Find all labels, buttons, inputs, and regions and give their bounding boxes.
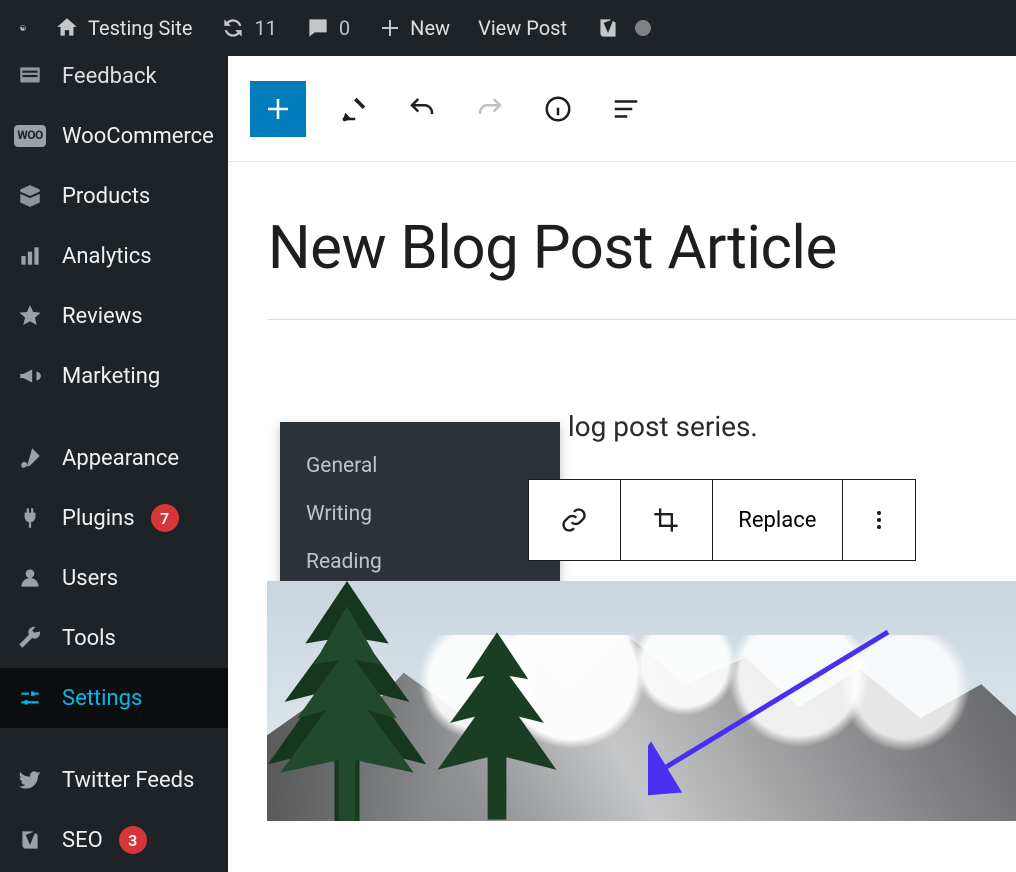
sidebar-item-twitter[interactable]: Twitter Feeds: [0, 750, 228, 810]
sidebar-item-label: Feedback: [62, 64, 157, 89]
post-title[interactable]: New Blog Post Article: [268, 212, 1016, 283]
sidebar-item-seo[interactable]: SEO 3: [0, 810, 228, 870]
sidebar-item-label: Plugins: [62, 506, 135, 531]
add-block-button[interactable]: [250, 81, 306, 137]
block-editor: New Blog Post Article log post series. R…: [228, 56, 1016, 872]
sidebar-item-products[interactable]: Products: [0, 166, 228, 226]
more-options-button[interactable]: [843, 480, 915, 560]
outline-button[interactable]: [606, 89, 646, 129]
sidebar-item-label: Users: [62, 566, 118, 591]
plug-icon: [14, 502, 46, 534]
image-block-toolbar: Replace: [528, 479, 916, 561]
comment-icon: [305, 15, 331, 41]
sidebar-item-label: Reviews: [62, 304, 143, 329]
undo-button[interactable]: [402, 89, 442, 129]
site-name-link[interactable]: Testing Site: [42, 0, 204, 56]
new-label: New: [410, 16, 450, 40]
bars-icon: [14, 240, 46, 272]
twitter-icon: [14, 764, 46, 796]
sidebar-item-tools[interactable]: Tools: [0, 608, 228, 668]
sidebar-item-label: Tools: [62, 626, 116, 651]
sidebar-item-analytics[interactable]: Analytics: [0, 226, 228, 286]
sidebar-item-settings[interactable]: Settings: [0, 668, 228, 728]
sidebar-item-label: Twitter Feeds: [62, 768, 194, 793]
tree-icon: [414, 632, 579, 820]
edit-mode-button[interactable]: [334, 89, 374, 129]
home-icon: [54, 15, 80, 41]
wrench-icon: [14, 622, 46, 654]
view-post-label: View Post: [478, 16, 567, 40]
title-divider: [268, 319, 1016, 320]
replace-button[interactable]: Replace: [713, 480, 843, 560]
sidebar-item-appearance[interactable]: Appearance: [0, 428, 228, 488]
user-icon: [14, 562, 46, 594]
plugins-badge: 7: [151, 504, 179, 532]
sidebar-item-label: Analytics: [62, 244, 152, 269]
sidebar-item-woocommerce[interactable]: WOO WooCommerce: [0, 106, 228, 166]
yoast-icon: [595, 15, 621, 41]
paragraph-fragment[interactable]: log post series.: [568, 410, 1016, 443]
document-info-button[interactable]: [538, 89, 578, 129]
brush-icon: [14, 442, 46, 474]
sidebar-item-label: SEO: [62, 828, 103, 853]
link-button[interactable]: [529, 480, 621, 560]
new-content-link[interactable]: New: [366, 0, 462, 56]
updates-count: 11: [254, 16, 276, 40]
feedback-icon: [14, 60, 46, 92]
editor-toolbar: [228, 56, 1016, 162]
sidebar-item-marketing[interactable]: Marketing: [0, 346, 228, 406]
crop-button[interactable]: [621, 480, 713, 560]
replace-label: Replace: [738, 508, 816, 533]
seo-badge: 3: [119, 826, 147, 854]
sidebar-item-reviews[interactable]: Reviews: [0, 286, 228, 346]
redo-button[interactable]: [470, 89, 510, 129]
admin-bar: Testing Site 11 0 New View Post: [0, 0, 1016, 56]
box-icon: [14, 180, 46, 212]
woo-icon: WOO: [14, 120, 46, 152]
wordpress-logo-icon[interactable]: [8, 0, 38, 56]
sidebar-item-label: Marketing: [62, 364, 160, 389]
yoast-adminbar-link[interactable]: [583, 0, 663, 56]
view-post-link[interactable]: View Post: [466, 0, 579, 56]
comments-link[interactable]: 0: [293, 0, 362, 56]
sliders-icon: [14, 682, 46, 714]
refresh-icon: [220, 15, 246, 41]
site-name-label: Testing Site: [88, 16, 192, 40]
sidebar-item-feedback[interactable]: Feedback: [0, 56, 228, 106]
editor-canvas[interactable]: New Blog Post Article log post series. R…: [228, 162, 1016, 821]
yoast-icon: [14, 824, 46, 856]
image-block[interactable]: [267, 581, 1016, 821]
star-icon: [14, 300, 46, 332]
admin-sidebar: Feedback WOO WooCommerce Products Analyt…: [0, 56, 228, 872]
sidebar-item-label: Appearance: [62, 446, 179, 471]
sidebar-item-label: Products: [62, 184, 150, 209]
megaphone-icon: [14, 360, 46, 392]
sidebar-item-users[interactable]: Users: [0, 548, 228, 608]
sidebar-item-plugins[interactable]: Plugins 7: [0, 488, 228, 548]
comments-count: 0: [339, 16, 350, 40]
sidebar-item-label: WooCommerce: [62, 124, 214, 149]
plus-icon: [378, 16, 402, 40]
yoast-status-dot-icon: [635, 20, 651, 36]
sidebar-item-label: Settings: [62, 686, 142, 711]
updates-link[interactable]: 11: [208, 0, 288, 56]
